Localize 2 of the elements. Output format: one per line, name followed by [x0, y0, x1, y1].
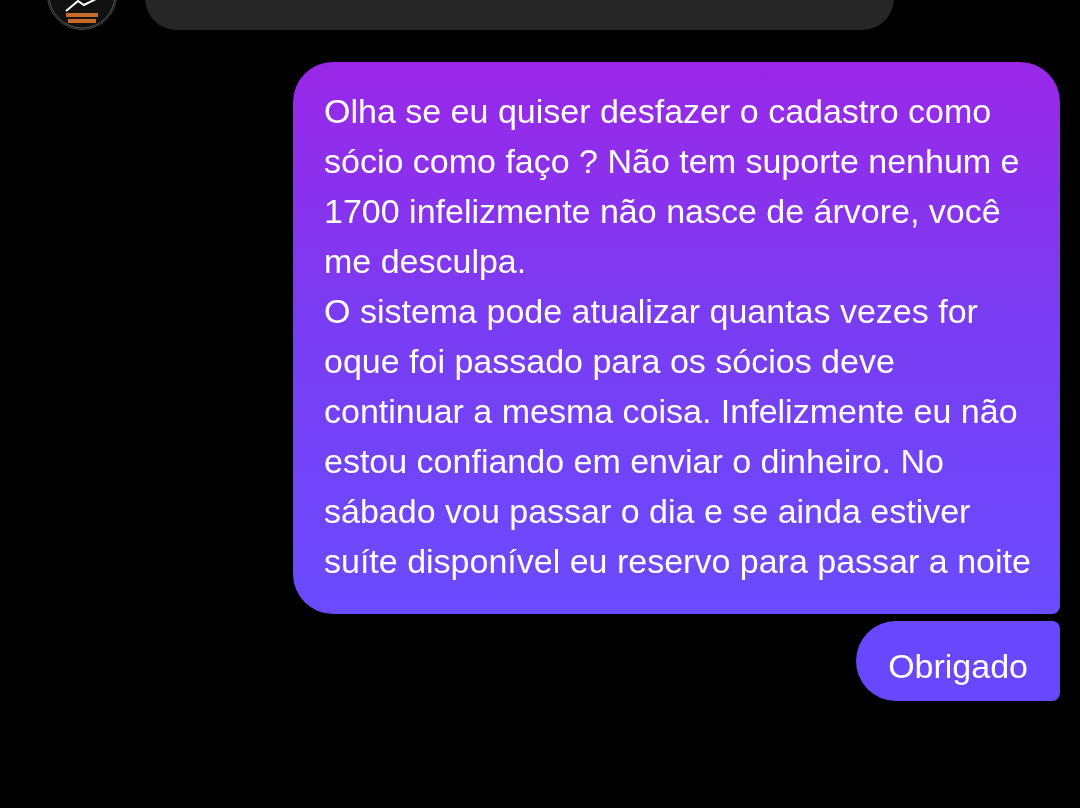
sent-message-bubble: Olha se eu quiser desfazer o cadastro como sócio como faço ? Não tem suporte nenhum e 1700 infelizmente não nasce de árvore, você me desculpa. O sistema pode atualizar quantas vezes for oque foi passado para os sócios deve continuar a mesma coisa. Infelizmente eu não estou confiando em enviar o dinheiro. No sábado vou passar o dia e se ainda estiver suíte disponível eu reservo para passar a noite [293, 62, 1060, 614]
sent-message-bubble: Obrigado [856, 621, 1060, 701]
